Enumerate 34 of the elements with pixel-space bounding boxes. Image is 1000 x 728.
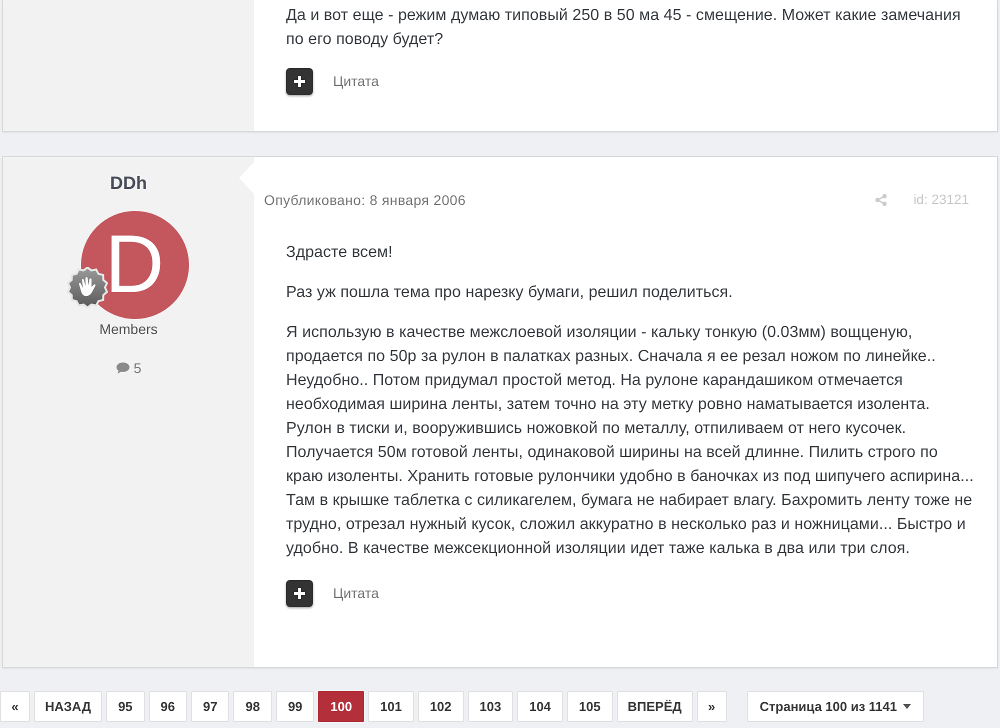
multiquote-button[interactable] — [286, 580, 313, 607]
page-button[interactable]: 102 — [418, 691, 464, 722]
page-button[interactable]: 96 — [148, 691, 187, 722]
page-button[interactable]: 95 — [106, 691, 145, 722]
hand-badge-icon — [66, 267, 108, 308]
plus-icon — [294, 588, 305, 599]
quote-link[interactable]: Цитата — [333, 583, 379, 604]
page-button[interactable]: 98 — [233, 691, 272, 722]
speech-bubble-icon — [116, 362, 130, 374]
post-count: 5 — [134, 358, 142, 378]
page-button[interactable]: 97 — [191, 691, 230, 722]
page-jump-dropdown[interactable]: Страница 100 из 1141 — [746, 691, 924, 722]
page-button[interactable]: 103 — [468, 691, 514, 722]
page-button[interactable]: 101 — [368, 691, 414, 722]
first-page-button[interactable]: « — [0, 691, 30, 722]
page-button[interactable]: 99 — [276, 691, 314, 722]
page-button[interactable]: 104 — [517, 691, 563, 722]
post-paragraph: Да и вот еще - режим думаю типовый 250 в 50 ма 45 - смещение. Может какие замечания по его поводу будет? — [286, 6, 962, 50]
multiquote-button[interactable] — [286, 68, 313, 95]
caret-icon — [903, 704, 911, 709]
member-group: Members — [99, 319, 158, 339]
previous-page-button[interactable]: НАЗАД — [34, 691, 102, 722]
next-page-button[interactable]: ВПЕРЁД — [616, 691, 693, 722]
author-name[interactable]: DDh — [110, 169, 147, 197]
post-paragraph: Раз уж пошла тема про нарезку бумаги, решил поделиться. — [286, 283, 734, 303]
post-paragraph: Здрасте всем! — [286, 243, 394, 263]
avatar-letter: D — [104, 224, 164, 306]
last-page-button[interactable]: » — [696, 691, 727, 722]
quote-link[interactable]: Цитата — [333, 71, 379, 92]
plus-icon — [294, 76, 305, 87]
page-button[interactable]: 100 — [318, 691, 364, 722]
post-paragraph: Я использую в качестве межслоевой изоляции - кальку тонкую (0.03мм) вощценую, продается по 50р за рулон в палатках разных. Сначала я ее резал ножом по линейке.. Неудобно.. Потом придумал простой метод. На рулоне карандашиком отмечается необходимая ширина ленты, затем точно на эту метку ровно наматывается изолента. Рулон в тиски и, вооружившись ножовкой по металлу, отпиливаем от него кусочек. Получается 50м готовой ленты, одинаковой ширины на всей длинне. Пилить строго по краю изоленты. Хранить готовые рулончики удобно в баночках из под шипучего аспирина... Там в крышке таблетка с силикагелем, бумага не набирает влагу. Бахромить ленту тоже не трудно, отрезал нужный кусок, сложил аккуратно в несколько раз и ножницами... Быстро и удобно. В качестве межсекционной изоляции идет таже калька в два или три слоя. — [286, 323, 975, 559]
published-date: Опубликовано: 8 января 2006 — [264, 191, 466, 210]
page-button[interactable]: 105 — [566, 691, 613, 722]
